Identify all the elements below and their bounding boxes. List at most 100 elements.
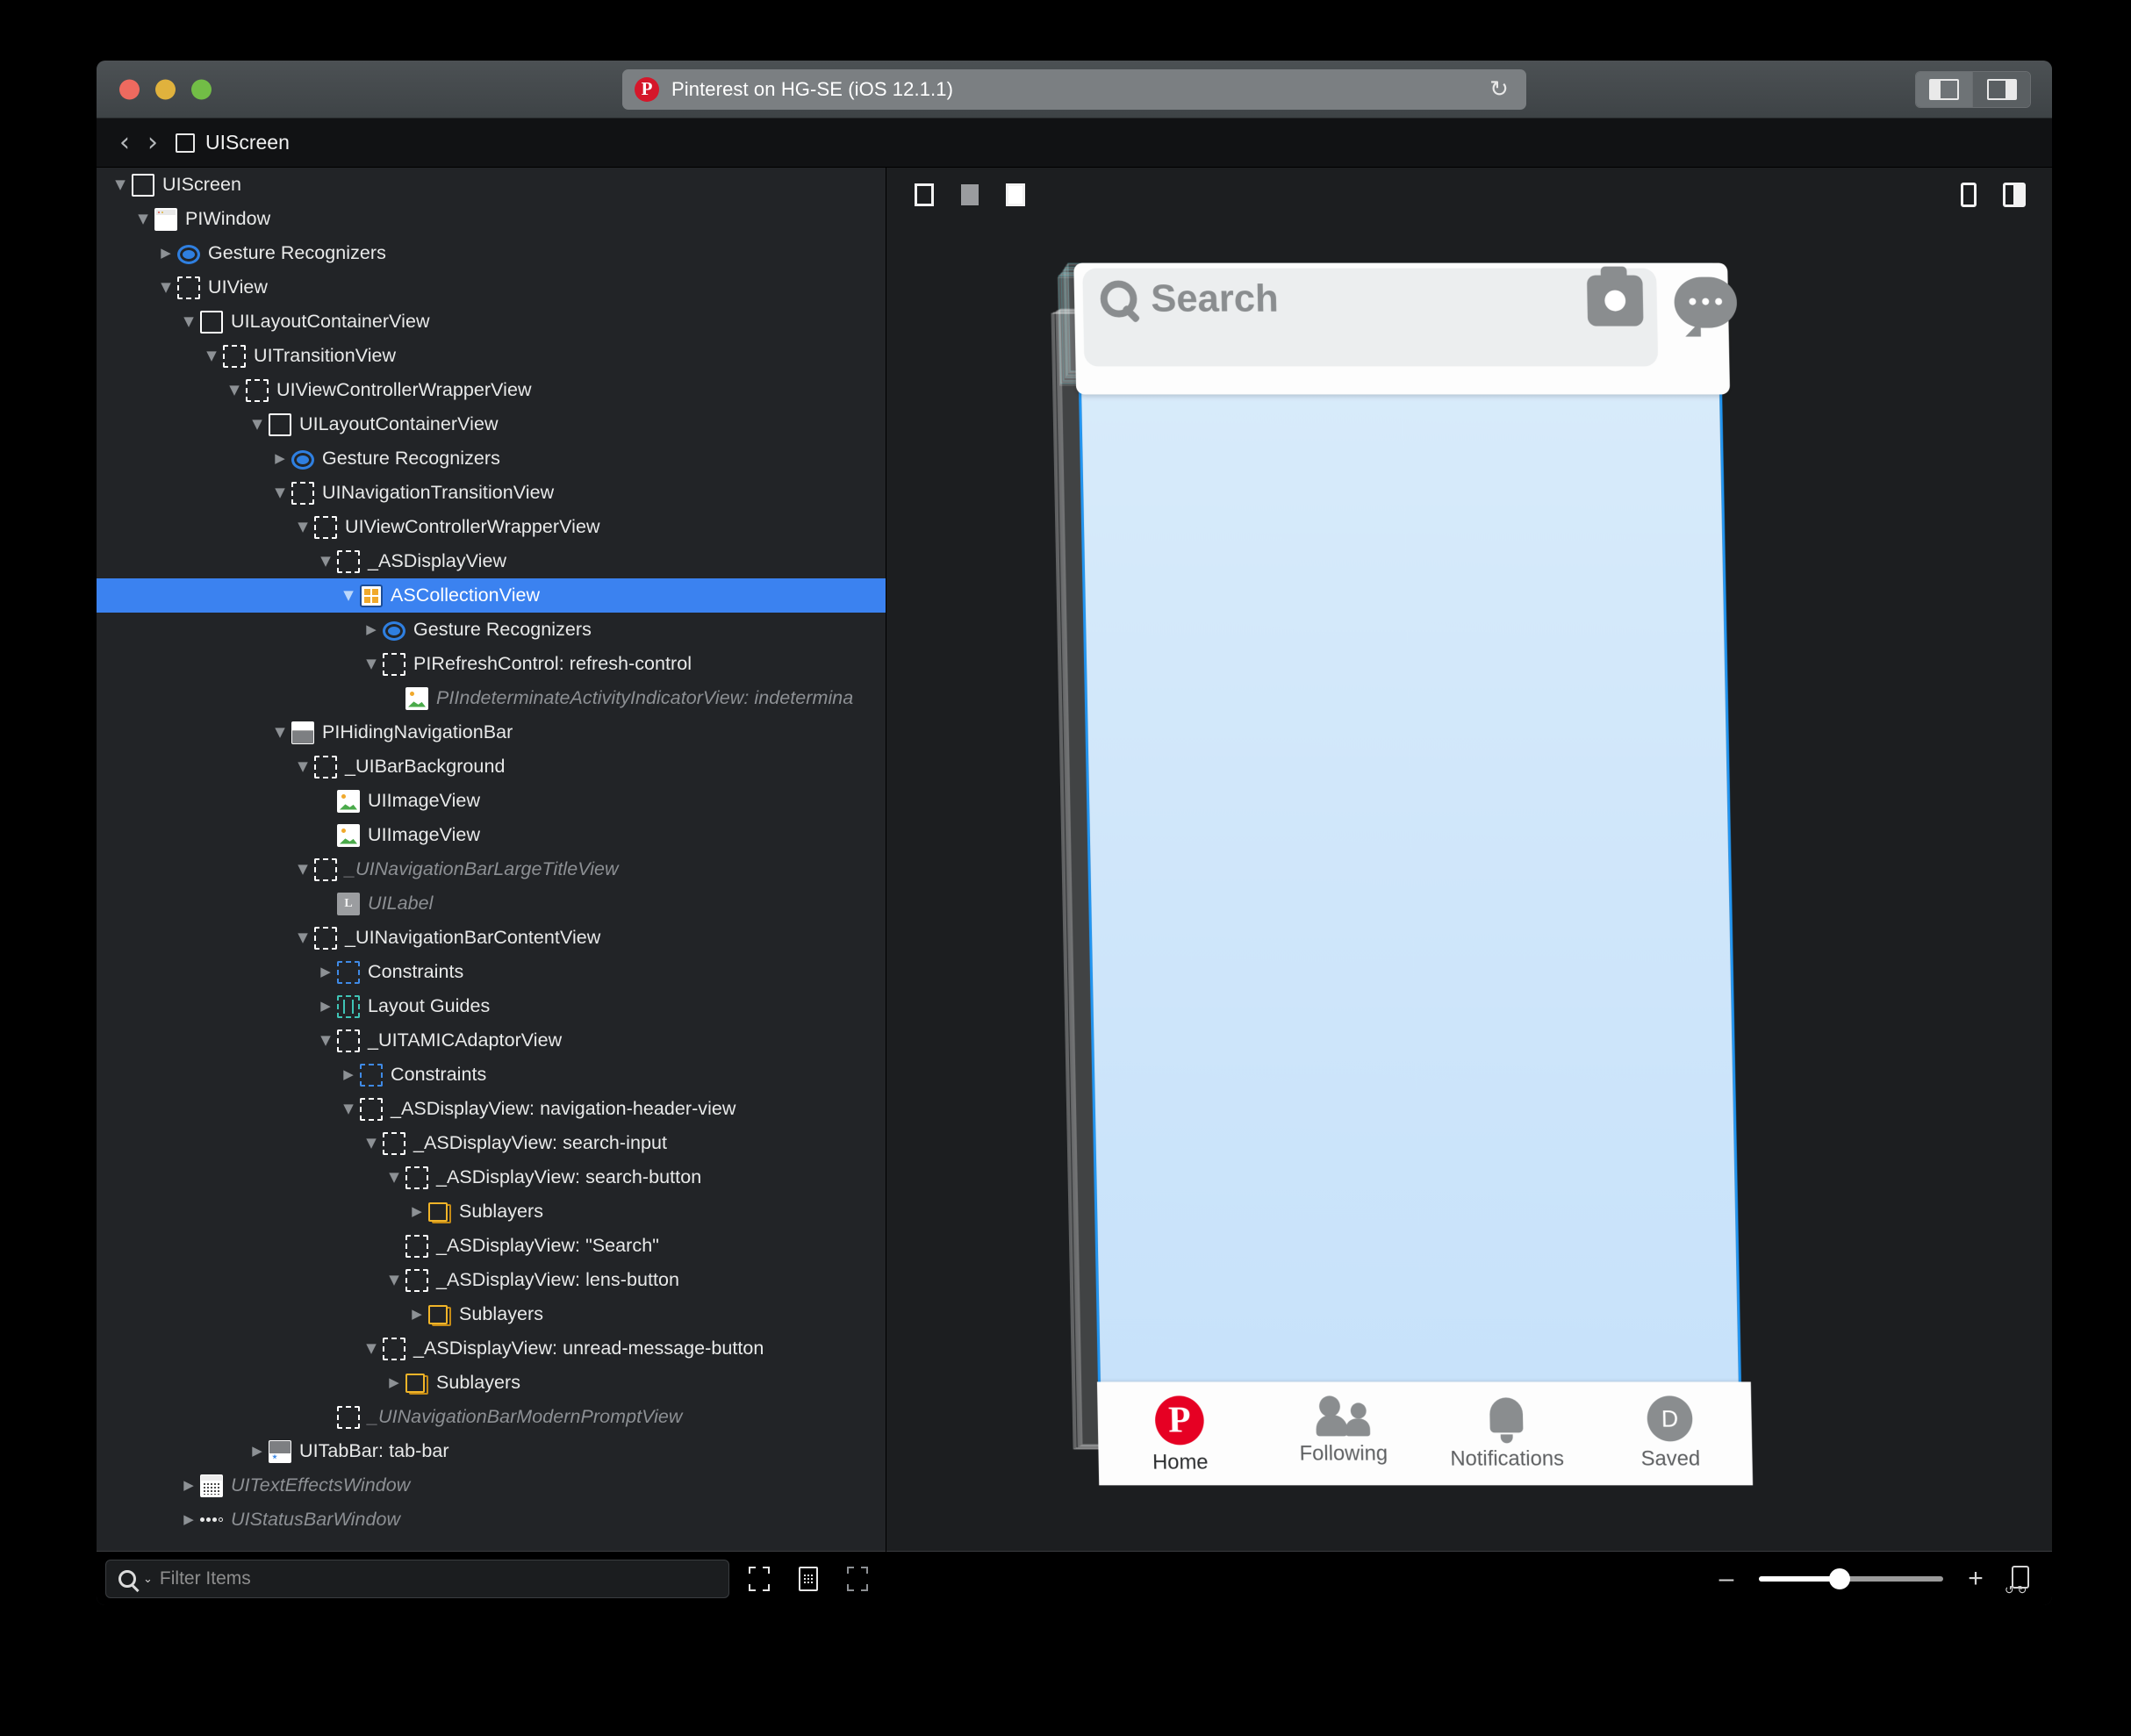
disclosure-right-icon[interactable]: ▶	[405, 1205, 428, 1218]
disclosure-right-icon[interactable]: ▶	[314, 1000, 337, 1013]
show-right-panel-button[interactable]	[1973, 72, 2030, 107]
disclosure-down-icon[interactable]: ▼	[360, 1137, 383, 1150]
tab-home[interactable]: P Home	[1097, 1395, 1262, 1474]
minimize-button[interactable]	[155, 79, 176, 99]
tree-row[interactable]: ▼_ASDisplayView: navigation-header-view	[97, 1092, 886, 1126]
tree-row[interactable]: _ASDisplayView: "Search"	[97, 1229, 886, 1263]
device-title-pill[interactable]: P Pinterest on HG-SE (iOS 12.1.1) ↻	[622, 69, 1526, 110]
tree-row[interactable]: ▼_UITAMICAdaptorView	[97, 1023, 886, 1058]
tree-row[interactable]: ▼_ASDisplayView: search-button	[97, 1160, 886, 1194]
tree-row[interactable]: ▼UITransitionView	[97, 339, 886, 373]
tree-row[interactable]: ▼UIView	[97, 270, 886, 305]
inset-view-button[interactable]	[997, 176, 1034, 213]
disclosure-right-icon[interactable]: ▶	[314, 965, 337, 979]
disclosure-down-icon[interactable]: ▼	[223, 384, 246, 397]
rotate-device-button[interactable]	[2008, 1566, 2029, 1592]
keyboard-button[interactable]	[789, 1560, 828, 1598]
forward-button[interactable]: ›	[147, 130, 158, 156]
wireframe-view-button[interactable]	[906, 176, 943, 213]
disclosure-down-icon[interactable]: ▼	[132, 212, 154, 226]
filled-view-button[interactable]	[951, 176, 988, 213]
split-pane-button[interactable]	[1996, 176, 2033, 213]
tree-row[interactable]: ▼_ASDisplayView	[97, 544, 886, 578]
zoom-slider-knob[interactable]	[1829, 1568, 1850, 1589]
disclosure-down-icon[interactable]: ▼	[269, 726, 291, 739]
disclosure-right-icon[interactable]: ▶	[383, 1376, 405, 1389]
disclosure-down-icon[interactable]: ▼	[337, 1102, 360, 1115]
disclosure-right-icon[interactable]: ▶	[405, 1308, 428, 1321]
disclosure-down-icon[interactable]: ▼	[314, 555, 337, 568]
tree-row[interactable]: ▼ASCollectionView	[97, 578, 886, 613]
disclosure-right-icon[interactable]: ▶	[154, 247, 177, 260]
device-preview-3d[interactable]: Search P Home	[1062, 258, 1772, 1477]
zoom-button[interactable]	[191, 79, 212, 99]
tree-row[interactable]: ▼_UIBarBackground	[97, 750, 886, 784]
disclosure-down-icon[interactable]: ▼	[360, 657, 383, 671]
tree-row[interactable]: ▼_UINavigationBarContentView	[97, 921, 886, 955]
tree-row[interactable]: ▶Gesture Recognizers	[97, 441, 886, 476]
tree-row[interactable]: ▼UIViewControllerWrapperView	[97, 510, 886, 544]
tree-row[interactable]: ▼_ASDisplayView: lens-button	[97, 1263, 886, 1297]
show-left-panel-button[interactable]	[1916, 72, 1973, 107]
zoom-in-button[interactable]: +	[1962, 1566, 1989, 1592]
disclosure-down-icon[interactable]: ▼	[291, 863, 314, 876]
filter-input[interactable]: ⌄ Filter Items	[105, 1560, 729, 1598]
disclosure-down-icon[interactable]: ▼	[383, 1171, 405, 1184]
disclosure-right-icon[interactable]: ▶	[246, 1445, 269, 1458]
disclosure-down-icon[interactable]: ▼	[383, 1273, 405, 1287]
tree-row[interactable]: ▼_ASDisplayView: search-input	[97, 1126, 886, 1160]
tree-row[interactable]: ▶UIStatusBarWindow	[97, 1503, 886, 1537]
back-button[interactable]: ‹	[119, 130, 130, 156]
dashed-frame-button[interactable]	[838, 1560, 877, 1598]
disclosure-right-icon[interactable]: ▶	[177, 1513, 200, 1526]
tree-row[interactable]: ▼UILayoutContainerView	[97, 407, 886, 441]
disclosure-down-icon[interactable]: ▼	[291, 760, 314, 773]
tree-row[interactable]: ▶UITextEffectsWindow	[97, 1468, 886, 1503]
tree-row[interactable]: ▶Constraints	[97, 955, 886, 989]
crop-frame-button[interactable]	[740, 1560, 778, 1598]
chevron-down-icon[interactable]: ⌄	[143, 1572, 153, 1586]
disclosure-right-icon[interactable]: ▶	[360, 623, 383, 636]
disclosure-down-icon[interactable]: ▼	[269, 486, 291, 499]
tree-row[interactable]: ▶Sublayers	[97, 1194, 886, 1229]
tree-row[interactable]: _UINavigationBarModernPromptView	[97, 1400, 886, 1434]
view-hierarchy-tree[interactable]: ▼UIScreen▼PIWindow▶Gesture Recognizers▼U…	[97, 168, 886, 1551]
zoom-out-button[interactable]: –	[1713, 1566, 1740, 1592]
tree-row[interactable]: ▼UINavigationTransitionView	[97, 476, 886, 510]
tree-row[interactable]: ▼UILayoutContainerView	[97, 305, 886, 339]
disclosure-down-icon[interactable]: ▼	[360, 1342, 383, 1355]
disclosure-down-icon[interactable]: ▼	[337, 589, 360, 602]
tree-row[interactable]: PIIndeterminateActivityIndicatorView: in…	[97, 681, 886, 715]
tree-row[interactable]: ▼PIHidingNavigationBar	[97, 715, 886, 750]
tree-row[interactable]: ▼UIViewControllerWrapperView	[97, 373, 886, 407]
disclosure-down-icon[interactable]: ▼	[314, 1034, 337, 1047]
disclosure-down-icon[interactable]: ▼	[109, 178, 132, 191]
tree-row[interactable]: ▼_UINavigationBarLargeTitleView	[97, 852, 886, 886]
disclosure-down-icon[interactable]: ▼	[291, 931, 314, 944]
disclosure-down-icon[interactable]: ▼	[246, 418, 269, 431]
disclosure-right-icon[interactable]: ▶	[269, 452, 291, 465]
reload-icon[interactable]: ↻	[1486, 76, 1512, 103]
canvas-stage[interactable]: Search P Home	[886, 222, 2052, 1551]
disclosure-down-icon[interactable]: ▼	[154, 281, 177, 294]
tree-row[interactable]: UIImageView	[97, 818, 886, 852]
disclosure-right-icon[interactable]: ▶	[177, 1479, 200, 1492]
single-pane-button[interactable]	[1950, 176, 1987, 213]
tree-row[interactable]: ▶Constraints	[97, 1058, 886, 1092]
tree-row[interactable]: UIImageView	[97, 784, 886, 818]
disclosure-right-icon[interactable]: ▶	[337, 1068, 360, 1081]
tree-row[interactable]: ▼PIWindow	[97, 202, 886, 236]
tree-row[interactable]: LUILabel	[97, 886, 886, 921]
disclosure-down-icon[interactable]: ▼	[200, 349, 223, 362]
zoom-slider[interactable]	[1759, 1576, 1943, 1582]
tree-row[interactable]: ▼_ASDisplayView: unread-message-button	[97, 1331, 886, 1366]
tree-row[interactable]: ▶Sublayers	[97, 1366, 886, 1400]
tree-row[interactable]: ▶UITabBar: tab-bar	[97, 1434, 886, 1468]
tree-row[interactable]: ▶Gesture Recognizers	[97, 236, 886, 270]
tree-row[interactable]: ▶Sublayers	[97, 1297, 886, 1331]
tree-row[interactable]: ▼PIRefreshControl: refresh-control	[97, 647, 886, 681]
disclosure-down-icon[interactable]: ▼	[291, 520, 314, 534]
tree-row[interactable]: ▶Layout Guides	[97, 989, 886, 1023]
close-button[interactable]	[119, 79, 140, 99]
disclosure-down-icon[interactable]: ▼	[177, 315, 200, 328]
